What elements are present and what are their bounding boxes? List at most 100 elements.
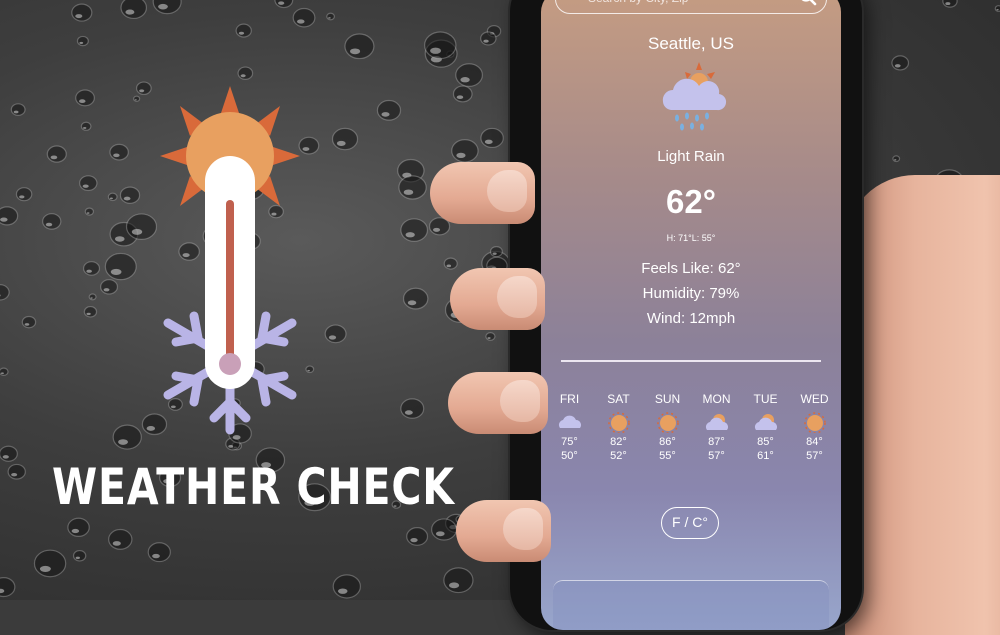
raindrop bbox=[76, 35, 89, 47]
raindrop bbox=[406, 527, 429, 546]
raindrop bbox=[15, 187, 33, 202]
raindrop bbox=[480, 31, 497, 46]
partly-cloudy-icon bbox=[754, 414, 777, 430]
raindrop bbox=[235, 23, 252, 38]
bottom-card bbox=[553, 580, 829, 630]
forecast-high: 85° bbox=[757, 436, 774, 448]
finger bbox=[456, 500, 551, 562]
partly-cloudy-icon bbox=[705, 414, 728, 430]
forecast-day-name: FRI bbox=[559, 392, 580, 406]
forecast-high: 86° bbox=[659, 436, 676, 448]
forecast-day-name: MON bbox=[702, 392, 731, 406]
forecast-low: 57° bbox=[708, 450, 725, 462]
forecast-low: 50° bbox=[561, 450, 578, 462]
raindrop bbox=[108, 528, 133, 550]
raindrop bbox=[67, 517, 90, 537]
humidity: Humidity: 79% bbox=[642, 285, 740, 302]
forecast-day-name: WED bbox=[800, 392, 829, 406]
raindrop bbox=[0, 206, 19, 226]
raindrop bbox=[42, 213, 62, 230]
raindrop bbox=[46, 145, 67, 163]
raindrop bbox=[452, 85, 473, 103]
raindrop bbox=[0, 367, 9, 377]
raindrop bbox=[942, 0, 958, 8]
forecast-day: WED 84° 57° bbox=[790, 392, 839, 463]
search-bar[interactable] bbox=[555, 0, 827, 14]
raindrop bbox=[892, 155, 901, 163]
weekly-forecast: FRI 75° 50° SAT 82° 52° SUN 86° 55° MON … bbox=[545, 392, 841, 463]
raindrop bbox=[107, 192, 118, 202]
raindrop bbox=[152, 0, 182, 15]
forecast-low: 55° bbox=[659, 450, 676, 462]
raindrop bbox=[376, 99, 402, 121]
raindrop bbox=[84, 207, 95, 216]
finger bbox=[450, 268, 545, 330]
raindrop bbox=[237, 66, 254, 80]
location-name: Seattle, US bbox=[648, 34, 734, 53]
forecast-day-name: TUE bbox=[753, 392, 778, 406]
raindrop bbox=[71, 3, 93, 22]
raindrop bbox=[75, 89, 95, 107]
forecast-day: FRI 75° 50° bbox=[545, 392, 594, 463]
raindrop bbox=[21, 315, 37, 329]
forecast-high: 84° bbox=[806, 436, 823, 448]
forecast-day: SAT 82° 52° bbox=[594, 392, 643, 463]
forecast-high: 82° bbox=[610, 436, 627, 448]
weather-app-screen: Seattle, US Light Rain 62° H: 71°L: 55° … bbox=[541, 0, 841, 630]
forecast-day-name: SAT bbox=[607, 392, 630, 406]
raindrop bbox=[10, 103, 26, 117]
raindrop bbox=[147, 542, 171, 563]
raindrop bbox=[398, 175, 427, 200]
finger bbox=[430, 162, 535, 224]
forecast-high: 87° bbox=[708, 436, 725, 448]
raindrop bbox=[292, 7, 316, 28]
raindrop bbox=[326, 12, 335, 21]
raindrop bbox=[88, 293, 97, 301]
right-hand bbox=[845, 175, 1000, 635]
raindrop bbox=[274, 0, 294, 9]
raindrop bbox=[120, 0, 148, 20]
forecast-high: 75° bbox=[561, 436, 578, 448]
search-input[interactable] bbox=[586, 0, 790, 9]
raindrop bbox=[100, 279, 119, 295]
raindrop bbox=[80, 121, 92, 131]
sun-icon bbox=[607, 412, 630, 433]
thermometer-icon bbox=[205, 156, 255, 389]
finger bbox=[448, 372, 548, 434]
raindrop bbox=[344, 33, 375, 60]
raindrop bbox=[72, 549, 87, 562]
feels-like: Feels Like: 62° bbox=[641, 260, 741, 277]
sun-icon bbox=[803, 412, 826, 433]
search-icon[interactable] bbox=[798, 0, 818, 7]
left-hand bbox=[430, 150, 551, 590]
raindrop bbox=[82, 261, 101, 276]
raindrop bbox=[400, 218, 429, 242]
raindrop bbox=[332, 574, 362, 599]
raindrop bbox=[400, 398, 425, 419]
raindrop bbox=[33, 549, 67, 578]
raindrop bbox=[0, 284, 10, 301]
raindrop bbox=[994, 5, 1000, 12]
raindrop bbox=[0, 577, 16, 598]
raindrop bbox=[79, 175, 98, 192]
unit-toggle-button[interactable]: F / C° bbox=[661, 507, 719, 539]
raindrop bbox=[402, 287, 429, 310]
divider bbox=[561, 360, 821, 362]
forecast-day: TUE 85° 61° bbox=[741, 392, 790, 463]
forecast-day: MON 87° 57° bbox=[692, 392, 741, 463]
brand-title: WEATHER CHECK bbox=[52, 458, 455, 516]
forecast-day: SUN 86° 55° bbox=[643, 392, 692, 463]
forecast-day-name: SUN bbox=[654, 392, 681, 406]
raindrop bbox=[0, 445, 18, 462]
forecast-low: 61° bbox=[757, 450, 774, 462]
raindrop bbox=[7, 463, 26, 480]
wind-speed: Wind: 12mph bbox=[646, 310, 736, 327]
forecast-low: 57° bbox=[806, 450, 823, 462]
forecast-low: 52° bbox=[610, 450, 627, 462]
raindrop bbox=[455, 63, 483, 87]
weather-check-logo bbox=[160, 86, 300, 435]
raindrop bbox=[83, 305, 98, 318]
raindrop bbox=[480, 127, 504, 149]
sun-icon bbox=[656, 412, 679, 433]
weather-condition: Light Rain bbox=[657, 148, 725, 165]
